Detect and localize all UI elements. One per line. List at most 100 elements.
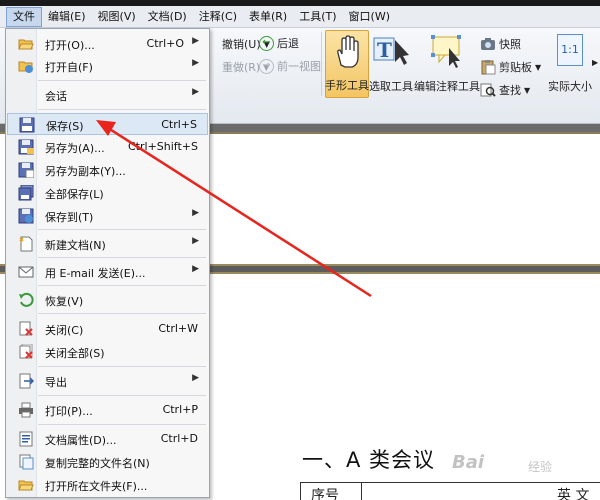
menu-separator (38, 80, 206, 81)
table-cell-divider (361, 483, 362, 500)
file-menu: 打开(O)... Ctrl+O ▶ 打开自(F) ▶ 会话 ▶ 保存(S) Ct… (5, 28, 210, 498)
menu-bar: 文件 编辑(E) 视图(V) 文档(D) 注释(C) 表单(R) 工具(T) 窗… (0, 6, 600, 28)
menu-separator (38, 313, 206, 314)
close-all-icon (19, 344, 33, 359)
annotation-select-icon (431, 35, 461, 68)
select-text-icon: T (373, 37, 409, 65)
ribbon-overflow-icon[interactable]: ▶ (592, 58, 598, 67)
menu-window[interactable]: 窗口(W) (343, 7, 396, 27)
document-heading: 一、A 类会议 (302, 448, 436, 472)
menu-item-save[interactable]: 保存(S) Ctrl+S (7, 113, 208, 135)
menu-item-revert[interactable]: 恢复(V) (7, 289, 208, 311)
menu-separator (38, 424, 206, 425)
menu-separator (38, 109, 206, 110)
menu-tools[interactable]: 工具(T) (293, 7, 342, 27)
new-document-icon (19, 236, 33, 252)
revert-icon (19, 292, 34, 307)
forward-button[interactable]: → 前一视图 (259, 58, 321, 74)
print-icon (19, 402, 33, 418)
menu-item-save-to[interactable]: 保存到(T) ▶ (7, 205, 208, 227)
clipboard-label: 剪贴板 (499, 61, 532, 74)
find-icon (480, 83, 496, 97)
menu-separator (38, 285, 206, 286)
menu-separator (38, 395, 206, 396)
baidu-watermark: Bai (452, 452, 485, 473)
save-copy-icon (18, 162, 34, 178)
actual-size-icon: 1:1 (557, 34, 583, 66)
menu-item-save-as[interactable]: 另存为(A)... Ctrl+Shift+S (7, 136, 208, 158)
redo-label: 重做(R) (222, 61, 261, 74)
folder-open-icon (18, 39, 34, 50)
find-label: 查找 (499, 84, 521, 97)
menu-form[interactable]: 表单(R) (243, 7, 293, 27)
camera-icon (481, 38, 495, 50)
clipboard-icon (481, 60, 496, 75)
submenu-arrow-icon: ▶ (192, 36, 199, 46)
save-as-icon (18, 139, 34, 155)
menu-item-new-document[interactable]: 新建文档(N) ▶ (7, 233, 208, 255)
save-icon (19, 117, 35, 133)
ribbon-separator (321, 32, 322, 96)
close-doc-icon (19, 321, 33, 336)
menu-view[interactable]: 视图(V) (92, 7, 142, 27)
menu-item-close[interactable]: 关闭(C) Ctrl+W (7, 318, 208, 340)
menu-document[interactable]: 文档(D) (142, 7, 193, 27)
menu-comment[interactable]: 注释(C) (193, 7, 243, 27)
menu-item-open[interactable]: 打开(O)... Ctrl+O ▶ (7, 33, 208, 55)
undo-label: 撤销(U) (222, 38, 261, 51)
menu-item-close-all[interactable]: 关闭全部(S) (7, 341, 208, 363)
back-label: 后退 (277, 37, 299, 50)
chevron-down-icon: ▼ (535, 62, 542, 72)
menu-separator (38, 257, 206, 258)
document-table-header: 序号 英 文 (300, 482, 600, 500)
save-all-icon (18, 185, 34, 201)
save-to-icon (18, 208, 34, 224)
back-button[interactable]: ← 后退 (259, 35, 299, 51)
chevron-down-icon: ▼ (524, 85, 531, 95)
baidu-watermark-sub: 经验 (528, 460, 553, 474)
menu-item-save-copy[interactable]: 另存为副本(Y)... (7, 159, 208, 181)
snapshot-button[interactable]: 快照 (480, 36, 521, 52)
menu-item-copy-filename[interactable]: 复制完整的文件名(N) (7, 451, 208, 473)
menu-separator (38, 229, 206, 230)
submenu-arrow-icon: ▶ (192, 87, 199, 97)
back-arrow-icon: ← (259, 35, 274, 51)
menu-item-properties[interactable]: 文档属性(D)... Ctrl+D (7, 428, 208, 450)
select-tool-button[interactable]: T 选取工具 (369, 30, 413, 98)
hand-tool-label: 手形工具 (325, 79, 369, 92)
open-folder-icon (18, 480, 34, 491)
menu-separator (38, 366, 206, 367)
menu-edit[interactable]: 编辑(E) (42, 7, 92, 27)
svg-text:T: T (377, 38, 392, 62)
submenu-arrow-icon: ▶ (192, 208, 199, 218)
menu-file[interactable]: 文件 (6, 6, 42, 27)
menu-item-email[interactable]: 用 E-mail 发送(E)... ▶ (7, 261, 208, 283)
copy-filename-icon (19, 454, 34, 470)
actual-size-label: 实际大小 (548, 80, 592, 93)
menu-item-open-from[interactable]: 打开自(F) ▶ (7, 55, 208, 77)
table-col-english: 英 文 (557, 488, 590, 500)
snapshot-label: 快照 (499, 38, 521, 51)
export-icon (19, 373, 34, 389)
email-icon (18, 266, 34, 278)
open-from-icon (18, 61, 33, 73)
submenu-arrow-icon: ▶ (192, 373, 199, 383)
table-col-index: 序号 (311, 488, 339, 500)
clipboard-button[interactable]: 剪贴板 ▼ (480, 59, 541, 75)
menu-item-session[interactable]: 会话 ▶ (7, 84, 208, 106)
annotation-tool-label: 编辑注释工具 (414, 80, 480, 93)
select-tool-label: 选取工具 (369, 80, 413, 93)
actual-size-button[interactable]: 1:1 实际大小 (548, 30, 592, 98)
hand-tool-button[interactable]: 手形工具 (325, 30, 369, 98)
forward-arrow-icon: → (259, 58, 274, 74)
submenu-arrow-icon: ▶ (192, 58, 199, 68)
menu-item-print[interactable]: 打印(P)... Ctrl+P (7, 399, 208, 421)
submenu-arrow-icon: ▶ (192, 236, 199, 246)
menu-item-export[interactable]: 导出 ▶ (7, 370, 208, 392)
find-button[interactable]: 查找 ▼ (480, 82, 530, 98)
forward-label: 前一视图 (277, 60, 321, 73)
annotation-tool-button[interactable]: 编辑注释工具 (414, 30, 480, 98)
submenu-arrow-icon: ▶ (192, 264, 199, 274)
menu-item-save-all[interactable]: 全部保存(L) (7, 182, 208, 204)
menu-item-open-folder[interactable]: 打开所在文件夹(F)... (7, 474, 208, 496)
